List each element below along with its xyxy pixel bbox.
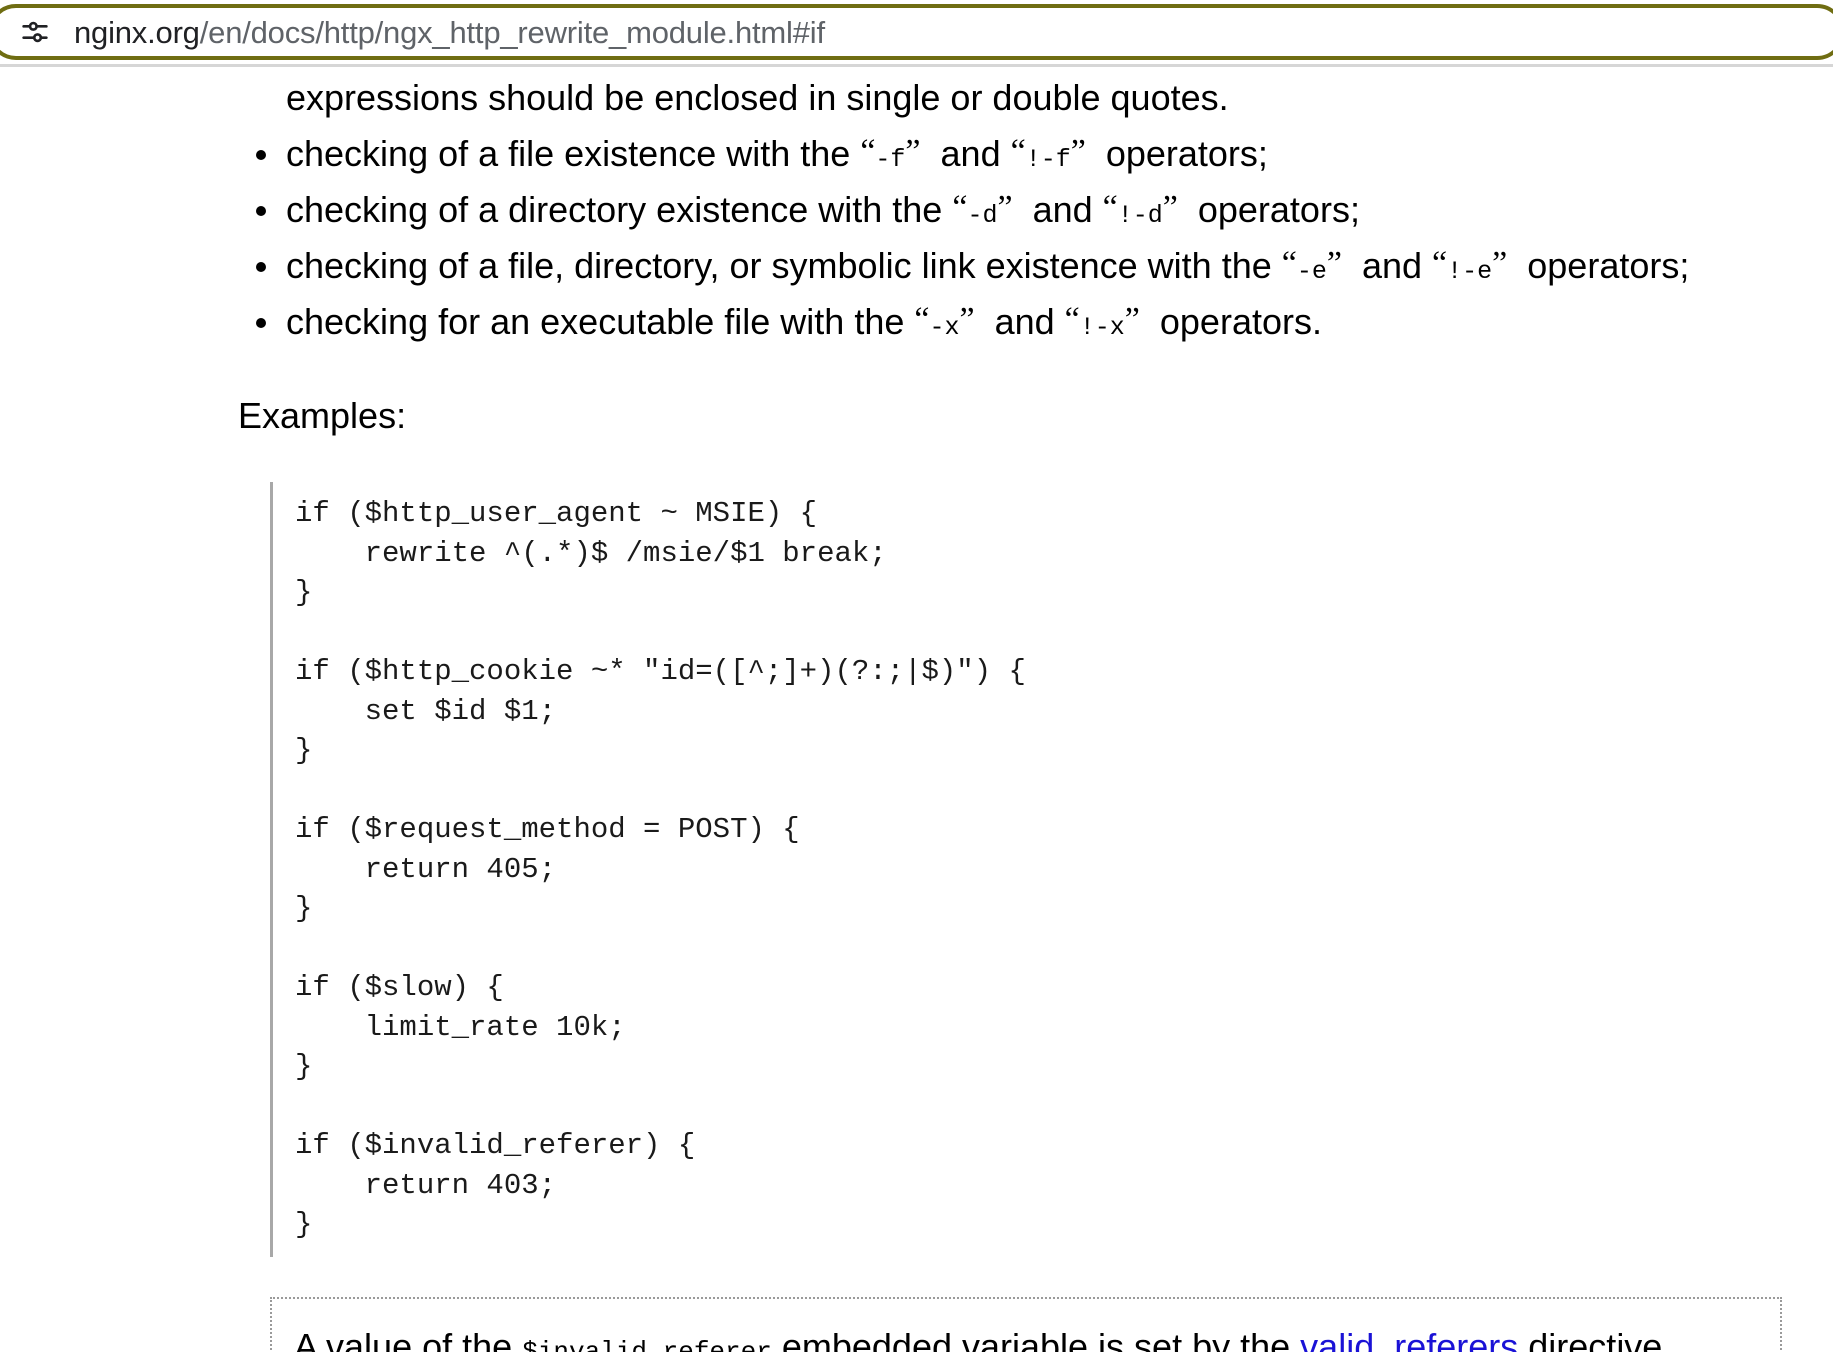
intro-paragraph-line: expressions should be enclosed in single… xyxy=(286,70,1833,126)
operator-code: -e xyxy=(1297,257,1327,286)
list-item-suffix: operators; xyxy=(1106,133,1268,174)
url-bar[interactable]: nginx.org/en/docs/http/ngx_http_rewrite_… xyxy=(0,4,1833,60)
note-text: A value of the $invalid_referer embedded… xyxy=(294,1326,1672,1352)
url-text[interactable]: nginx.org/en/docs/http/ngx_http_rewrite_… xyxy=(74,17,825,48)
list-item-text: checking for an executable file with the… xyxy=(286,301,1322,342)
open-quote: “ xyxy=(914,301,929,338)
list-item-conjunction: and xyxy=(941,133,1001,174)
note-variable-code: $invalid_referer xyxy=(522,1337,772,1352)
bullet-icon xyxy=(256,318,266,328)
note-text-before: A value of the xyxy=(294,1326,512,1352)
operator-code: !-d xyxy=(1118,201,1163,230)
bullet-icon xyxy=(256,206,266,216)
note-text-after: directive. xyxy=(1528,1326,1672,1352)
open-quote: “ xyxy=(1282,245,1297,282)
list-item-prefix: checking of a file existence with the xyxy=(286,133,850,174)
close-quote: ” xyxy=(1327,245,1342,282)
list-item: checking of a directory existence with t… xyxy=(238,182,1833,238)
note-box: A value of the $invalid_referer embedded… xyxy=(270,1297,1782,1352)
open-quote: “ xyxy=(1011,133,1026,170)
note-text-middle: embedded variable is set by the xyxy=(782,1326,1290,1352)
list-item-text: checking of a file existence with the“-f… xyxy=(286,133,1268,174)
list-item-conjunction: and xyxy=(1033,189,1093,230)
open-quote: “ xyxy=(860,133,875,170)
list-item: checking of a file existence with the“-f… xyxy=(238,126,1833,182)
code-block-text: if ($http_user_agent ~ MSIE) { rewrite ^… xyxy=(295,494,1695,1245)
list-item-suffix: operators; xyxy=(1198,189,1360,230)
examples-heading: Examples: xyxy=(238,388,1833,444)
list-item-suffix: operators. xyxy=(1160,301,1322,342)
open-quote: “ xyxy=(1432,245,1447,282)
page-content: expressions should be enclosed in single… xyxy=(0,64,1833,1352)
list-item: checking for an executable file with the… xyxy=(238,294,1833,350)
site-settings-tune-icon[interactable] xyxy=(18,15,52,49)
open-quote: “ xyxy=(1103,189,1118,226)
list-item-conjunction: and xyxy=(1362,245,1422,286)
url-host: nginx.org xyxy=(74,15,200,50)
browser-chrome: nginx.org/en/docs/http/ngx_http_rewrite_… xyxy=(0,0,1833,64)
operator-quoted: “!-d” xyxy=(1103,189,1178,230)
list-item-conjunction: and xyxy=(995,301,1055,342)
bullet-icon xyxy=(256,150,266,160)
bullet-icon xyxy=(256,262,266,272)
list-item-prefix: checking of a directory existence with t… xyxy=(286,189,942,230)
operator-quoted: “-d” xyxy=(952,189,1012,230)
operator-code: -x xyxy=(929,313,959,342)
list-item: checking of a file, directory, or symbol… xyxy=(238,238,1833,294)
valid-referers-link[interactable]: valid_referers xyxy=(1300,1326,1518,1352)
close-quote: ” xyxy=(1163,189,1178,226)
close-quote: ” xyxy=(1125,301,1140,338)
content-column: expressions should be enclosed in single… xyxy=(238,70,1833,1352)
open-quote: “ xyxy=(1065,301,1080,338)
operator-quoted: “!-f” xyxy=(1011,133,1086,174)
url-path: /en/docs/http/ngx_http_rewrite_module.ht… xyxy=(200,15,825,50)
operator-quoted: “!-x” xyxy=(1065,301,1140,342)
list-item-suffix: operators; xyxy=(1527,245,1689,286)
operator-code: !-x xyxy=(1080,313,1125,342)
operator-quoted: “!-e” xyxy=(1432,245,1507,286)
close-quote: ” xyxy=(905,133,920,170)
close-quote: ” xyxy=(997,189,1012,226)
operators-list: checking of a file existence with the“-f… xyxy=(238,126,1833,350)
list-item-text: checking of a directory existence with t… xyxy=(286,189,1360,230)
close-quote: ” xyxy=(1492,245,1507,282)
close-quote: ” xyxy=(1071,133,1086,170)
operator-quoted: “-x” xyxy=(914,301,974,342)
operator-code: -d xyxy=(967,201,997,230)
list-item-text: checking of a file, directory, or symbol… xyxy=(286,245,1689,286)
operator-quoted: “-f” xyxy=(860,133,920,174)
operator-code: -f xyxy=(875,145,905,174)
operator-code: !-f xyxy=(1026,145,1071,174)
code-block: if ($http_user_agent ~ MSIE) { rewrite ^… xyxy=(270,482,1695,1257)
close-quote: ” xyxy=(959,301,974,338)
list-item-prefix: checking for an executable file with the xyxy=(286,301,904,342)
list-item-prefix: checking of a file, directory, or symbol… xyxy=(286,245,1272,286)
open-quote: “ xyxy=(952,189,967,226)
operator-code: !-e xyxy=(1447,257,1492,286)
operator-quoted: “-e” xyxy=(1282,245,1342,286)
